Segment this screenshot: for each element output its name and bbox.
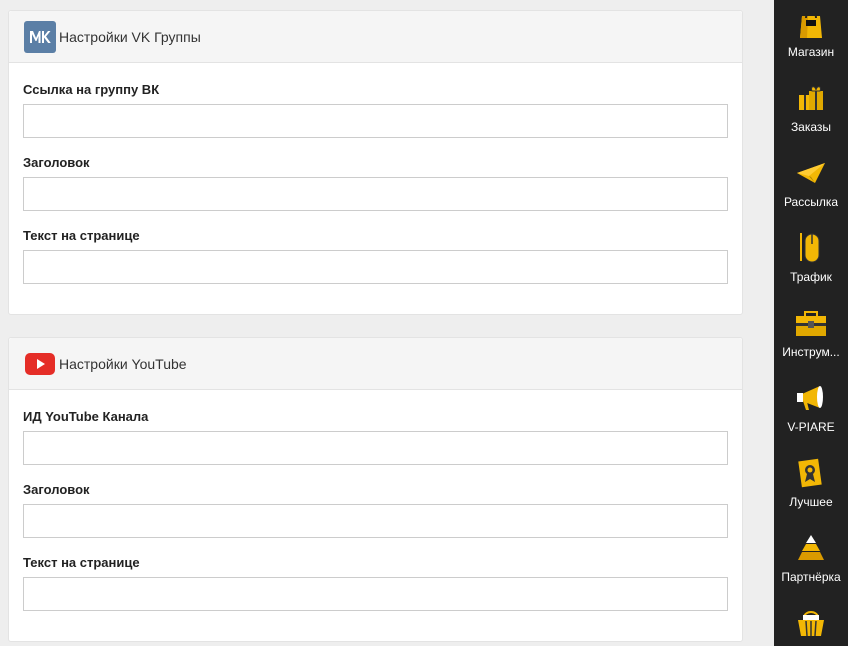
youtube-page-text-field: Текст на странице: [23, 553, 728, 611]
sidebar-item-mailing[interactable]: Рассылка: [774, 150, 848, 225]
youtube-settings-body: ИД YouTube Канала Заголовок Текст на стр…: [9, 390, 742, 611]
main-content: Настройки VK Группы Ссылка на группу ВК …: [0, 0, 774, 646]
vk-page-text-input[interactable]: [23, 250, 728, 284]
basket-icon: [794, 606, 828, 640]
youtube-channel-id-field: ИД YouTube Канала: [23, 407, 728, 465]
vk-settings-title: Настройки VK Группы: [59, 28, 201, 45]
toolbox-icon: [794, 306, 828, 340]
vk-settings-header: Настройки VK Группы: [9, 11, 742, 63]
youtube-title-label: Заголовок: [23, 482, 90, 497]
sidebar-item-basket[interactable]: [774, 600, 848, 646]
vk-settings-card: Настройки VK Группы Ссылка на группу ВК …: [8, 10, 743, 315]
vk-settings-body: Ссылка на группу ВК Заголовок Текст на с…: [9, 63, 742, 284]
youtube-settings-card: Настройки YouTube ИД YouTube Канала Заго…: [8, 337, 743, 642]
sidebar-item-label: Трафик: [790, 270, 832, 284]
sidebar-item-traffic[interactable]: Трафик: [774, 225, 848, 300]
vk-page-text-field: Текст на странице: [23, 226, 728, 284]
certificate-icon: [794, 456, 828, 490]
youtube-settings-title: Настройки YouTube: [59, 355, 187, 372]
youtube-logo-icon: [24, 348, 56, 380]
sidebar-item-orders[interactable]: Заказы: [774, 75, 848, 150]
sidebar-item-best[interactable]: Лучшее: [774, 450, 848, 525]
youtube-channel-id-input[interactable]: [23, 431, 728, 465]
shopping-bag-icon: [794, 6, 828, 40]
sidebar-item-label: Магазин: [787, 45, 835, 59]
sidebar-item-label: Партнёрка: [781, 570, 841, 584]
vk-page-text-label: Текст на странице: [23, 228, 140, 243]
vk-group-link-input[interactable]: [23, 104, 728, 138]
youtube-channel-id-label: ИД YouTube Канала: [23, 409, 149, 424]
sidebar-item-v-piare[interactable]: V-PIARE: [774, 375, 848, 450]
sidebar-item-shop[interactable]: Магазин: [774, 0, 848, 75]
vk-group-link-field: Ссылка на группу ВК: [23, 80, 728, 138]
vk-group-link-label: Ссылка на группу ВК: [23, 82, 160, 97]
pyramid-icon: [794, 531, 828, 565]
right-sidebar: Магазин Заказы Рассылка Трафик Инструм..…: [774, 0, 848, 646]
sidebar-item-partners[interactable]: Партнёрка: [774, 525, 848, 600]
gift-boxes-icon: [794, 81, 828, 115]
youtube-page-text-input[interactable]: [23, 577, 728, 611]
mouse-icon: [794, 231, 828, 265]
vk-logo-icon: [24, 20, 56, 53]
vk-title-input[interactable]: [23, 177, 728, 211]
sidebar-item-label: V-PIARE: [787, 420, 835, 434]
sidebar-item-label: Заказы: [790, 120, 832, 134]
paper-plane-icon: [794, 156, 828, 190]
youtube-settings-header: Настройки YouTube: [9, 338, 742, 390]
youtube-page-text-label: Текст на странице: [23, 555, 140, 570]
megaphone-icon: [794, 381, 828, 415]
sidebar-item-tools[interactable]: Инструм...: [774, 300, 848, 375]
sidebar-item-label: Инструм...: [782, 345, 840, 359]
vk-title-field: Заголовок: [23, 153, 728, 211]
youtube-title-input[interactable]: [23, 504, 728, 538]
sidebar-item-label: Рассылка: [783, 195, 839, 209]
sidebar-item-label: Лучшее: [789, 495, 833, 509]
vk-title-label: Заголовок: [23, 155, 90, 170]
youtube-title-field: Заголовок: [23, 480, 728, 538]
